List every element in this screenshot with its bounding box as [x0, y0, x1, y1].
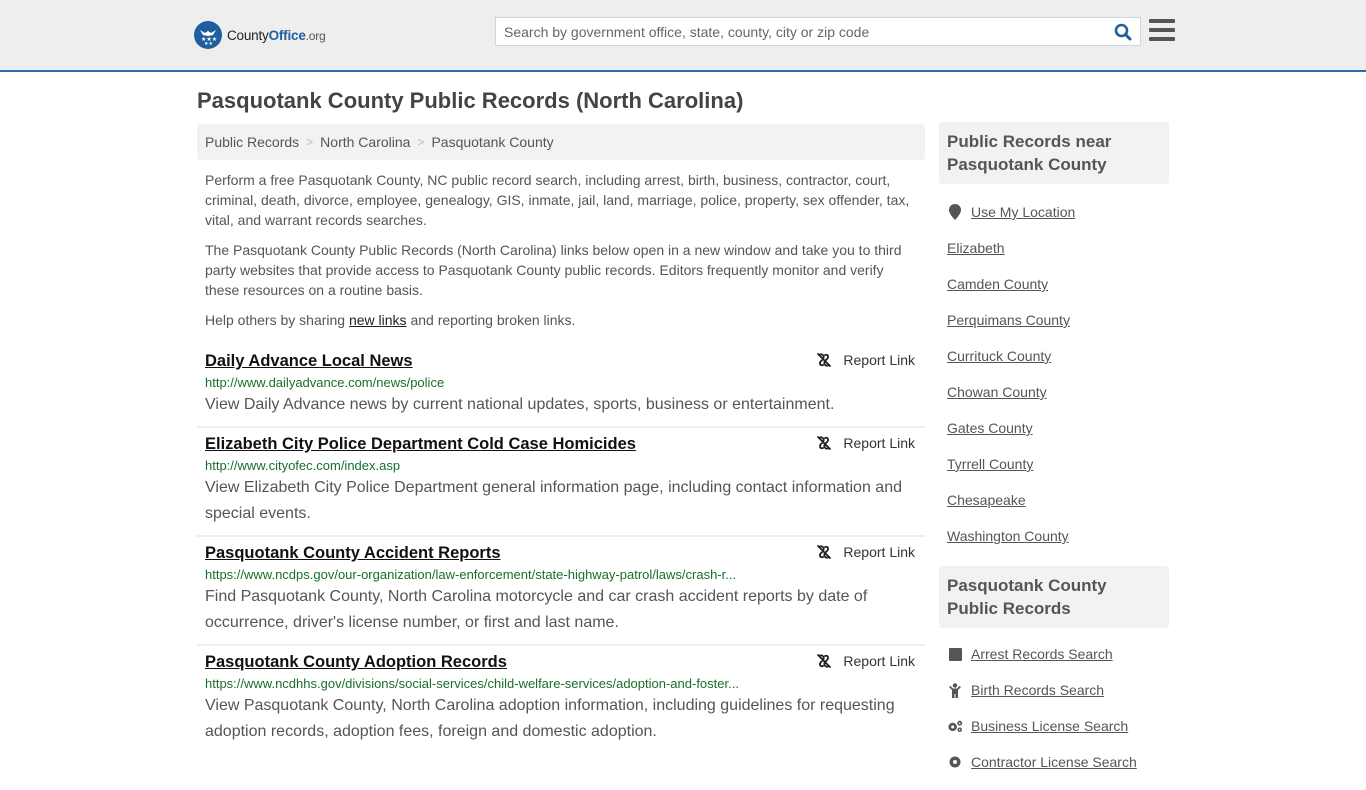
gear-icon — [947, 755, 963, 769]
breadcrumb-public-records[interactable]: Public Records — [205, 134, 299, 150]
nearby-link[interactable]: Gates County — [947, 420, 1033, 436]
sidebar: Public Records near Pasquotank County Us… — [939, 122, 1169, 790]
page-title: Pasquotank County Public Records (North … — [197, 88, 744, 113]
nearby-item-chesapeake[interactable]: Chesapeake — [947, 482, 1161, 518]
county-records-list: Arrest Records Search Birth Records Sear… — [939, 628, 1169, 790]
nearby-heading: Public Records near Pasquotank County — [939, 122, 1169, 184]
results-list: Daily Advance Local News Report Link htt… — [197, 345, 925, 753]
nearby-link[interactable]: Tyrrell County — [947, 456, 1033, 472]
broken-link-icon — [817, 353, 832, 367]
search-input[interactable] — [496, 18, 1106, 45]
result-title-link[interactable]: Pasquotank County Adoption Records — [205, 651, 507, 673]
broken-link-icon — [817, 654, 832, 668]
report-link-button[interactable]: Report Link — [816, 435, 915, 451]
result-item: Elizabeth City Police Department Cold Ca… — [197, 428, 925, 537]
nearby-link[interactable]: Perquimans County — [947, 312, 1070, 328]
nearby-link[interactable]: Washington County — [947, 528, 1069, 544]
result-url[interactable]: http://www.cityofec.com/index.asp — [205, 457, 917, 475]
county-records-heading: Pasquotank County Public Records — [939, 566, 1169, 628]
records-item-arrest[interactable]: Arrest Records Search — [947, 636, 1161, 672]
site-header: ★★★ ★★ CountyOffice.org — [0, 0, 1366, 72]
records-link[interactable]: Business License Search — [971, 718, 1128, 734]
result-description: View Daily Advance news by current natio… — [205, 396, 835, 413]
nearby-item-tyrrell-county[interactable]: Tyrrell County — [947, 446, 1161, 482]
report-link-button[interactable]: Report Link — [816, 653, 915, 669]
search-icon — [1114, 23, 1132, 40]
result-url[interactable]: https://www.ncdps.gov/our-organization/l… — [205, 566, 917, 584]
nearby-item-camden-county[interactable]: Camden County — [947, 266, 1161, 302]
nearby-link[interactable]: Chowan County — [947, 384, 1047, 400]
nearby-item-currituck-county[interactable]: Currituck County — [947, 338, 1161, 374]
site-logo[interactable]: ★★★ ★★ CountyOffice.org — [194, 21, 326, 49]
broken-link-icon — [817, 436, 832, 450]
map-pin-icon — [947, 204, 963, 220]
result-description: View Pasquotank County, North Carolina a… — [205, 697, 895, 740]
intro-paragraph-2: The Pasquotank County Public Records (No… — [205, 242, 902, 298]
result-url[interactable]: http://www.dailyadvance.com/news/police — [205, 374, 917, 392]
records-item-business[interactable]: Business License Search — [947, 708, 1161, 744]
nearby-link[interactable]: Chesapeake — [947, 492, 1026, 508]
intro-paragraph-3: Help others by sharing new links and rep… — [205, 312, 576, 328]
nearby-list: Use My Location Elizabeth Camden County … — [939, 184, 1169, 564]
nearby-link[interactable]: Elizabeth — [947, 240, 1005, 256]
use-my-location-item[interactable]: Use My Location — [947, 194, 1161, 230]
records-item-birth[interactable]: Birth Records Search — [947, 672, 1161, 708]
logo-text: CountyOffice.org — [227, 27, 326, 43]
new-links-link[interactable]: new links — [349, 312, 407, 328]
records-item-contractor[interactable]: Contractor License Search — [947, 744, 1161, 780]
broken-link-icon — [817, 545, 832, 559]
records-link[interactable]: Arrest Records Search — [971, 646, 1113, 662]
nearby-item-perquimans-county[interactable]: Perquimans County — [947, 302, 1161, 338]
use-my-location-link[interactable]: Use My Location — [971, 204, 1075, 220]
breadcrumb-separator: > — [306, 135, 314, 149]
nearby-link[interactable]: Camden County — [947, 276, 1048, 292]
result-item: Daily Advance Local News Report Link htt… — [197, 345, 925, 428]
search-box — [495, 17, 1141, 46]
nearby-item-gates-county[interactable]: Gates County — [947, 410, 1161, 446]
nearby-item-elizabeth[interactable]: Elizabeth — [947, 230, 1161, 266]
result-description: Find Pasquotank County, North Carolina m… — [205, 588, 868, 631]
county-records-section: Pasquotank County Public Records Arrest … — [939, 566, 1169, 790]
result-url[interactable]: https://www.ncdhhs.gov/divisions/social-… — [205, 675, 917, 693]
result-title-link[interactable]: Daily Advance Local News — [205, 350, 413, 372]
report-link-button[interactable]: Report Link — [816, 352, 915, 368]
result-item: Pasquotank County Accident Reports Repor… — [197, 537, 925, 646]
nearby-item-washington-county[interactable]: Washington County — [947, 518, 1161, 554]
result-title-link[interactable]: Elizabeth City Police Department Cold Ca… — [205, 433, 636, 455]
square-icon — [947, 647, 963, 661]
breadcrumb-pasquotank-county[interactable]: Pasquotank County — [431, 134, 553, 150]
nearby-link[interactable]: Currituck County — [947, 348, 1051, 364]
result-item: Pasquotank County Adoption Records Repor… — [197, 646, 925, 753]
intro-text: Perform a free Pasquotank County, NC pub… — [205, 170, 917, 340]
logo-eagle-icon: ★★★ ★★ — [194, 21, 222, 49]
result-description: View Elizabeth City Police Department ge… — [205, 479, 902, 522]
gears-icon — [947, 719, 963, 733]
nearby-item-chowan-county[interactable]: Chowan County — [947, 374, 1161, 410]
breadcrumb: Public Records > North Carolina > Pasquo… — [197, 124, 925, 160]
svg-text:★★: ★★ — [204, 41, 213, 46]
report-link-button[interactable]: Report Link — [816, 544, 915, 560]
breadcrumb-separator: > — [417, 135, 425, 149]
records-link[interactable]: Birth Records Search — [971, 682, 1104, 698]
breadcrumb-north-carolina[interactable]: North Carolina — [320, 134, 410, 150]
child-icon — [947, 682, 963, 698]
intro-paragraph-1: Perform a free Pasquotank County, NC pub… — [205, 172, 910, 228]
hamburger-menu-icon[interactable] — [1149, 19, 1175, 41]
search-button[interactable] — [1106, 18, 1140, 45]
result-title-link[interactable]: Pasquotank County Accident Reports — [205, 542, 501, 564]
